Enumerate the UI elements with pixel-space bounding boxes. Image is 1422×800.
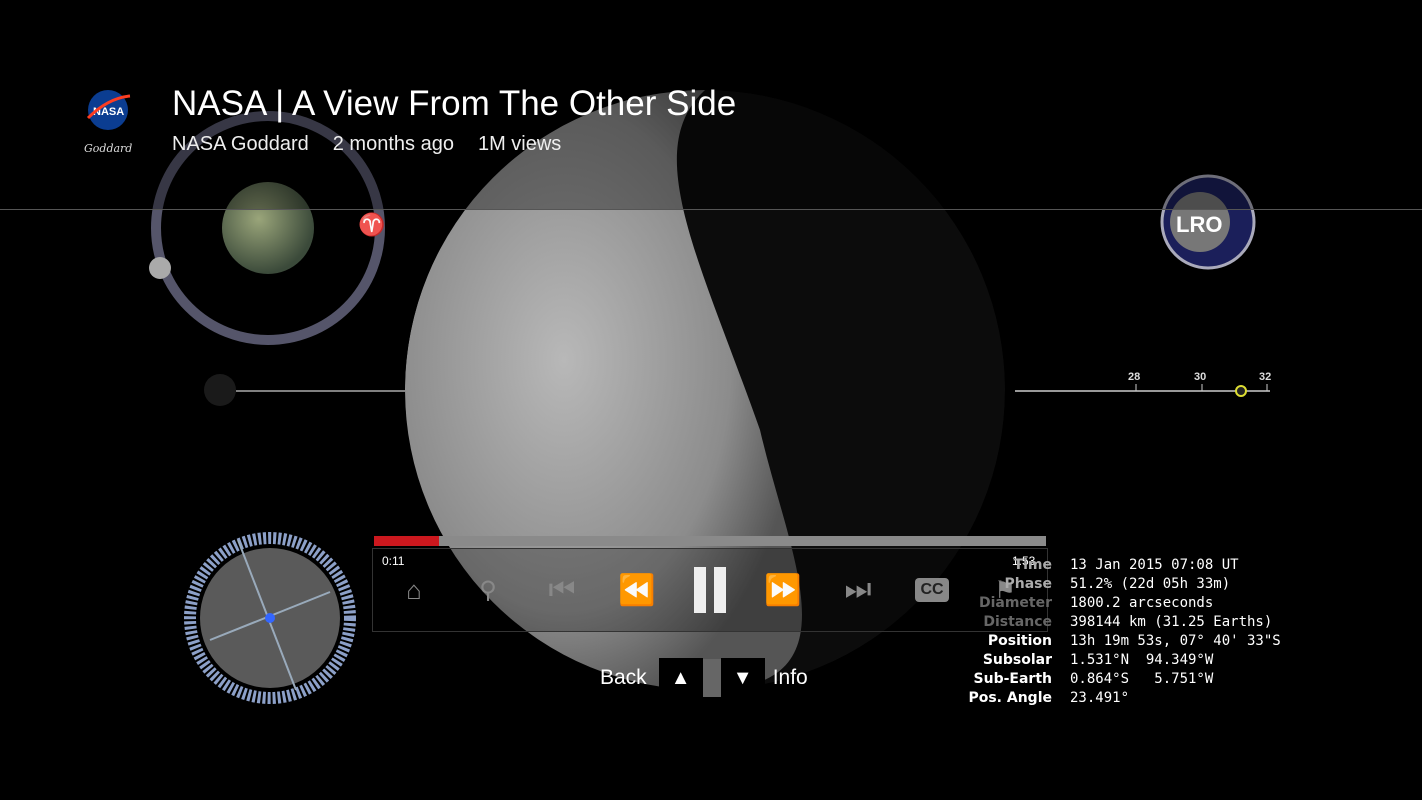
pause-icon	[694, 567, 726, 613]
readout-row: Time 13 Jan 2015 07:08 UT	[960, 556, 1281, 575]
readout-row: Position 13h 19m 53s, 07° 40' 33"S	[960, 632, 1281, 651]
readout-row: Diameter 1800.2 arcseconds	[960, 594, 1281, 613]
readout-value: 0.864°S 5.751°W	[1070, 671, 1214, 687]
distance-scale	[1015, 384, 1270, 397]
scale-tick-28: 28	[1128, 371, 1141, 383]
rewind-button[interactable]: ⏪	[612, 572, 662, 608]
video-title: NASA | A View From The Other Side	[172, 84, 737, 123]
readout-row: Subsolar 1.531°N 94.349°W	[960, 651, 1281, 670]
readout-row: Pos. Angle 23.491°	[960, 689, 1281, 708]
svg-text:Goddard: Goddard	[84, 142, 132, 155]
pause-button[interactable]	[688, 566, 732, 614]
home-icon: ⌂	[406, 574, 422, 605]
skip-next-icon: ⏭	[844, 573, 872, 606]
readout-label: Time	[1013, 557, 1052, 573]
readout-row: Phase 51.2% (22d 05h 33m)	[960, 575, 1281, 594]
captions-button[interactable]: CC	[914, 572, 950, 608]
back-label[interactable]: Back	[600, 666, 647, 690]
next-button[interactable]: ⏭	[838, 572, 878, 608]
progress-fill	[374, 536, 440, 546]
readout-value: 1.531°N 94.349°W	[1070, 652, 1214, 668]
readout-value: 13 Jan 2015 07:08 UT	[1070, 557, 1239, 573]
readout-row: Sub-Earth 0.864°S 5.751°W	[960, 670, 1281, 689]
home-button[interactable]: ⌂	[396, 572, 432, 608]
arrow-down-icon: ▼	[732, 666, 753, 689]
rewind-icon: ⏪	[618, 573, 656, 607]
readout-value: 51.2% (22d 05h 33m)	[1070, 576, 1231, 592]
skip-previous-icon: ⏮	[548, 573, 576, 606]
readout-label: Sub-Earth	[973, 671, 1052, 687]
channel-name[interactable]: NASA Goddard	[172, 133, 309, 156]
readout-value: 398144 km (31.25 Earths)	[1070, 614, 1273, 630]
fast-forward-icon: ⏩	[764, 573, 802, 607]
svg-text:LRO: LRO	[1176, 212, 1222, 237]
svg-text:♈: ♈	[358, 212, 385, 237]
readout-label: Position	[987, 633, 1052, 649]
readout-label: Phase	[1004, 576, 1052, 592]
up-button[interactable]: ▲	[658, 658, 703, 698]
readout-label: Diameter	[978, 595, 1052, 611]
readout-value: 13h 19m 53s, 07° 40' 33"S	[1070, 633, 1281, 649]
readout-row: Distance 398144 km (31.25 Earths)	[960, 613, 1281, 632]
search-button[interactable]: ⚲	[470, 572, 506, 608]
readout-label: Pos. Angle	[968, 690, 1052, 706]
moon-globe-diagram	[184, 532, 356, 704]
search-icon: ⚲	[479, 576, 497, 604]
nasa-logo: NASA Goddard	[84, 88, 134, 158]
progress-bar[interactable]	[374, 536, 1046, 546]
nav-hints: Back ▲ ▼ Info	[600, 658, 808, 698]
video-meta: NASA Goddard 2 months ago 1M views	[172, 133, 561, 156]
readout-label: Distance	[983, 614, 1052, 630]
upload-age: 2 months ago	[332, 133, 454, 155]
cc-icon: CC	[915, 578, 949, 602]
scale-tick-32: 32	[1259, 371, 1272, 383]
arrow-up-icon: ▲	[670, 666, 691, 689]
view-count: 1M views	[477, 133, 562, 155]
fast-forward-button[interactable]: ⏩	[758, 572, 808, 608]
scale-tick-30: 30	[1194, 371, 1207, 383]
down-button[interactable]: ▼	[720, 658, 765, 698]
previous-button[interactable]: ⏮	[542, 572, 582, 608]
info-label[interactable]: Info	[773, 666, 808, 690]
readout-value: 23.491°	[1070, 690, 1130, 706]
readout-label: Subsolar	[982, 652, 1052, 668]
current-time: 0:11	[382, 554, 405, 568]
ephemeris-readout: Time 13 Jan 2015 07:08 UT Phase 51.2% (22d …	[960, 556, 1281, 708]
readout-value: 1800.2 arcseconds	[1070, 595, 1214, 611]
